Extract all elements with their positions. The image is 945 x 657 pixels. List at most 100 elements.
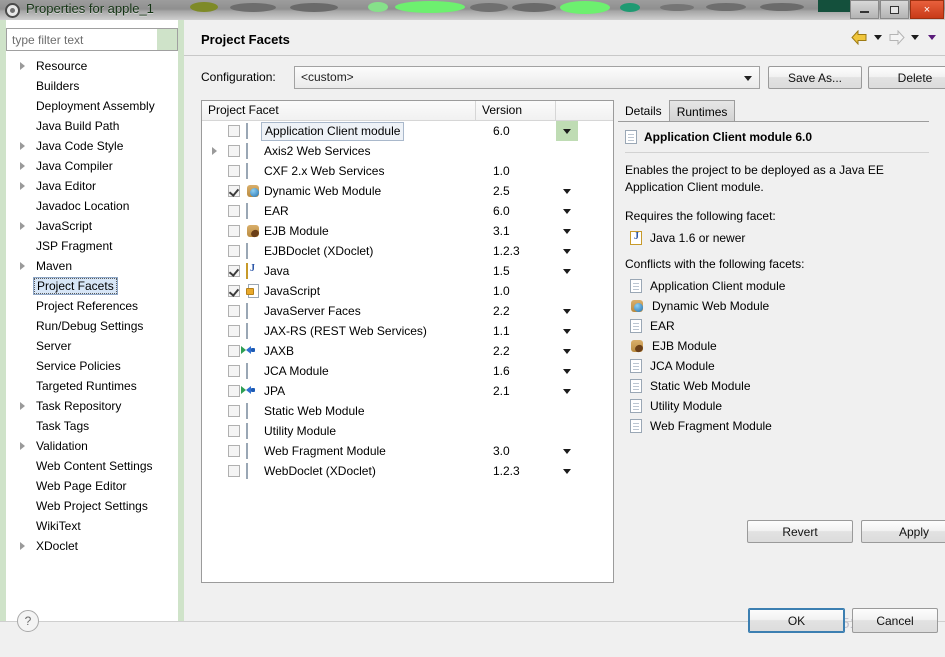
version-dropdown-icon[interactable]	[556, 361, 578, 381]
sidebar-item-builders[interactable]: Builders	[6, 76, 178, 96]
table-row[interactable]: Axis2 Web Services	[202, 141, 613, 161]
table-row[interactable]: Dynamic Web Module 2.5	[202, 181, 613, 201]
sidebar-item-javadoc-location[interactable]: Javadoc Location	[6, 196, 178, 216]
facet-checkbox[interactable]	[228, 265, 240, 277]
table-row[interactable]: WebDoclet (XDoclet) 1.2.3	[202, 461, 613, 481]
sidebar-item-java-compiler[interactable]: Java Compiler	[6, 156, 178, 176]
table-row[interactable]: EJBDoclet (XDoclet) 1.2.3	[202, 241, 613, 261]
sidebar-item-xdoclet[interactable]: XDoclet	[6, 536, 178, 556]
table-row[interactable]: Utility Module	[202, 421, 613, 441]
version-dropdown-icon[interactable]	[556, 181, 578, 201]
help-icon[interactable]: ?	[17, 610, 39, 632]
tab-runtimes[interactable]: Runtimes	[669, 100, 736, 122]
sidebar-item-targeted-runtimes[interactable]: Targeted Runtimes	[6, 376, 178, 396]
sidebar-item-deployment-assembly[interactable]: Deployment Assembly	[6, 96, 178, 116]
sidebar-item-web-content-settings[interactable]: Web Content Settings	[6, 456, 178, 476]
apply-button[interactable]: Apply	[861, 520, 945, 543]
table-row[interactable]: EJB Module 3.1	[202, 221, 613, 241]
cancel-button[interactable]: Cancel	[852, 608, 938, 633]
table-row[interactable]: EAR 6.0	[202, 201, 613, 221]
expand-icon[interactable]	[20, 182, 25, 190]
configuration-select[interactable]: <custom>	[294, 66, 760, 89]
table-row[interactable]: JAXB 2.2	[202, 341, 613, 361]
sidebar-item-run-debug-settings[interactable]: Run/Debug Settings	[6, 316, 178, 336]
forward-dropdown-icon[interactable]	[911, 35, 919, 40]
facet-checkbox[interactable]	[228, 245, 240, 257]
sidebar-item-maven[interactable]: Maven	[6, 256, 178, 276]
sidebar-item-web-project-settings[interactable]: Web Project Settings	[6, 496, 178, 516]
facet-checkbox[interactable]	[228, 185, 240, 197]
facet-checkbox[interactable]	[228, 285, 240, 297]
table-row[interactable]: Application Client module 6.0	[202, 121, 613, 141]
sidebar-item-server[interactable]: Server	[6, 336, 178, 356]
table-row[interactable]: JavaServer Faces 2.2	[202, 301, 613, 321]
sidebar-item-javascript[interactable]: JavaScript	[6, 216, 178, 236]
sidebar-item-jsp-fragment[interactable]: JSP Fragment	[6, 236, 178, 256]
sidebar-item-web-page-editor[interactable]: Web Page Editor	[6, 476, 178, 496]
delete-button[interactable]: Delete	[868, 66, 945, 89]
sidebar-item-validation[interactable]: Validation	[6, 436, 178, 456]
facet-checkbox[interactable]	[228, 125, 240, 137]
expand-icon[interactable]	[20, 542, 25, 550]
expand-icon[interactable]	[212, 147, 217, 155]
sidebar-item-service-policies[interactable]: Service Policies	[6, 356, 178, 376]
sidebar-item-java-build-path[interactable]: Java Build Path	[6, 116, 178, 136]
column-header-version[interactable]: Version	[476, 101, 556, 120]
expand-icon[interactable]	[20, 62, 25, 70]
expand-icon[interactable]	[20, 142, 25, 150]
sidebar-item-resource[interactable]: Resource	[6, 56, 178, 76]
expand-icon[interactable]	[20, 442, 25, 450]
maximize-button[interactable]	[880, 0, 909, 19]
expand-icon[interactable]	[20, 222, 25, 230]
table-row[interactable]: JPA 2.1	[202, 381, 613, 401]
back-arrow-icon[interactable]	[851, 30, 868, 45]
window-title-bar[interactable]: Properties for apple_1 ×	[0, 0, 945, 20]
version-dropdown-icon[interactable]	[556, 201, 578, 221]
sidebar-item-task-repository[interactable]: Task Repository	[6, 396, 178, 416]
table-row[interactable]: Web Fragment Module 3.0	[202, 441, 613, 461]
version-dropdown-icon[interactable]	[556, 261, 578, 281]
back-dropdown-icon[interactable]	[874, 35, 882, 40]
minimize-button[interactable]	[850, 0, 879, 19]
facet-checkbox[interactable]	[228, 325, 240, 337]
settings-tree[interactable]: Resource Builders Deployment Assembly Java …	[6, 56, 178, 616]
facet-checkbox[interactable]	[228, 305, 240, 317]
sidebar-item-java-code-style[interactable]: Java Code Style	[6, 136, 178, 156]
facet-checkbox[interactable]	[228, 145, 240, 157]
sidebar-item-java-editor[interactable]: Java Editor	[6, 176, 178, 196]
search-input[interactable]	[6, 28, 178, 51]
table-row[interactable]: JavaScript 1.0	[202, 281, 613, 301]
facet-checkbox[interactable]	[228, 465, 240, 477]
table-row[interactable]: Java 1.5	[202, 261, 613, 281]
facet-checkbox[interactable]	[228, 345, 240, 357]
facet-checkbox[interactable]	[228, 165, 240, 177]
table-row[interactable]: CXF 2.x Web Services 1.0	[202, 161, 613, 181]
facet-checkbox[interactable]	[228, 425, 240, 437]
column-header-extra[interactable]	[556, 101, 613, 120]
close-button[interactable]: ×	[910, 0, 944, 19]
sidebar-item-task-tags[interactable]: Task Tags	[6, 416, 178, 436]
table-row[interactable]: JAX-RS (REST Web Services) 1.1	[202, 321, 613, 341]
facet-checkbox[interactable]	[228, 225, 240, 237]
version-dropdown-icon[interactable]	[556, 461, 578, 481]
facet-checkbox[interactable]	[228, 365, 240, 377]
table-row[interactable]: Static Web Module	[202, 401, 613, 421]
facet-checkbox[interactable]	[228, 385, 240, 397]
version-dropdown-icon[interactable]	[556, 221, 578, 241]
column-header-facet[interactable]: Project Facet	[202, 101, 476, 120]
sidebar-item-project-facets[interactable]: Project Facets	[6, 276, 178, 296]
save-as-button[interactable]: Save As...	[768, 66, 862, 89]
expand-icon[interactable]	[20, 162, 25, 170]
details-tabs[interactable]: Details Runtimes	[618, 100, 735, 122]
sidebar-item-project-references[interactable]: Project References	[6, 296, 178, 316]
version-dropdown-icon[interactable]	[556, 381, 578, 401]
revert-button[interactable]: Revert	[747, 520, 853, 543]
expand-icon[interactable]	[20, 402, 25, 410]
version-dropdown-icon[interactable]	[556, 121, 578, 141]
ok-button[interactable]: OK	[748, 608, 845, 633]
version-dropdown-icon[interactable]	[556, 341, 578, 361]
project-facets-table[interactable]: Project Facet Version Application Client…	[201, 100, 614, 583]
version-dropdown-icon[interactable]	[556, 241, 578, 261]
version-dropdown-icon[interactable]	[556, 441, 578, 461]
version-dropdown-icon[interactable]	[556, 301, 578, 321]
